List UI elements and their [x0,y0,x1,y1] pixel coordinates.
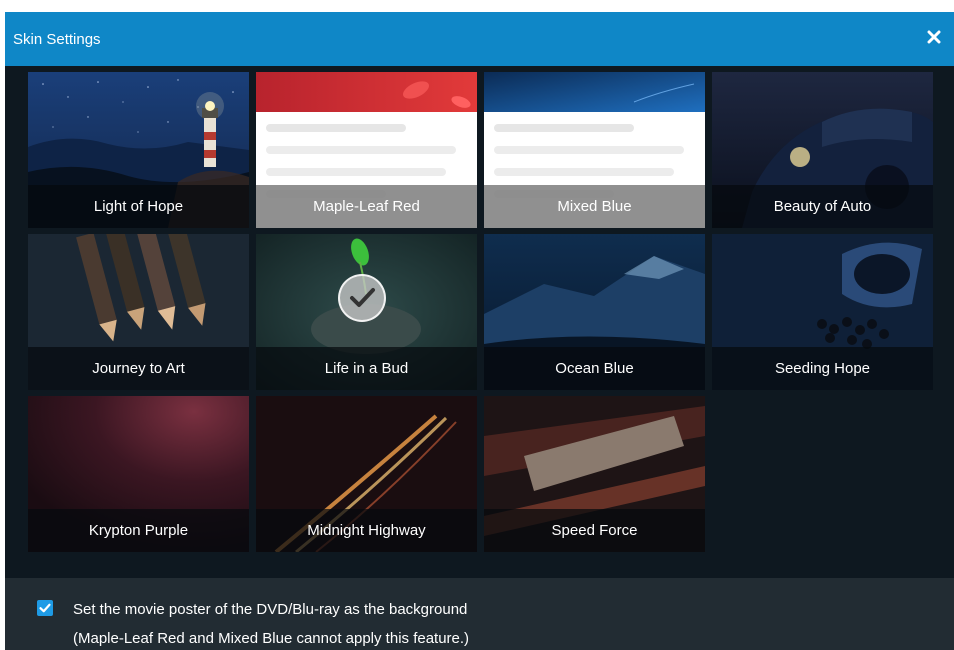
close-icon [927,30,941,44]
skin-tile-midnight-highway[interactable]: Midnight Highway [256,396,477,552]
skin-tile-speed-force[interactable]: Speed Force [484,396,705,552]
footer-panel: Set the movie poster of the DVD/Blu-ray … [5,578,954,650]
skin-tile-krypton-purple[interactable]: Krypton Purple [28,396,249,552]
skin-name: Life in a Bud [324,360,409,377]
skin-name: Maple-Leaf Red [313,198,420,215]
skin-tile-ocean-blue[interactable]: Ocean Blue [484,234,705,390]
skin-tile-life-in-a-bud[interactable]: Life in a Bud [256,234,477,390]
close-button[interactable] [926,26,942,48]
poster-background-label: Set the movie poster of the DVD/Blu-ray … [73,601,468,618]
skin-tile-maple-leaf-red[interactable]: Maple-Leaf Red [256,72,477,228]
title-bar: Skin Settings [5,12,954,66]
skin-settings-dialog: Skin Settings Light of Hope Maple-Leaf R… [5,12,954,650]
checkmark-icon [39,603,51,613]
skin-name: Journey to Art [92,360,185,377]
skin-name: Mixed Blue [557,198,632,215]
dialog-title: Skin Settings [13,31,101,48]
skin-name: Midnight Highway [307,522,426,539]
skin-name: Light of Hope [93,198,184,215]
selected-indicator [338,274,386,322]
skin-name: Seeding Hope [774,360,871,377]
skin-grid: Light of Hope Maple-Leaf Red Mixed Blue … [5,66,954,578]
skin-tile-mixed-blue[interactable]: Mixed Blue [484,72,705,228]
skin-name: Ocean Blue [555,360,634,377]
checkmark-icon [350,288,375,307]
skin-name: Beauty of Auto [773,198,872,215]
skin-name: Speed Force [551,522,638,539]
skin-tile-journey-to-art[interactable]: Journey to Art [28,234,249,390]
skin-name: Krypton Purple [88,522,189,539]
skin-tile-light-of-hope[interactable]: Light of Hope [28,72,249,228]
skin-tile-seeding-hope[interactable]: Seeding Hope [712,234,933,390]
skin-tile-beauty-of-auto[interactable]: Beauty of Auto [712,72,933,228]
feature-note: (Maple-Leaf Red and Mixed Blue cannot ap… [73,630,470,647]
poster-background-checkbox[interactable] [37,600,53,616]
